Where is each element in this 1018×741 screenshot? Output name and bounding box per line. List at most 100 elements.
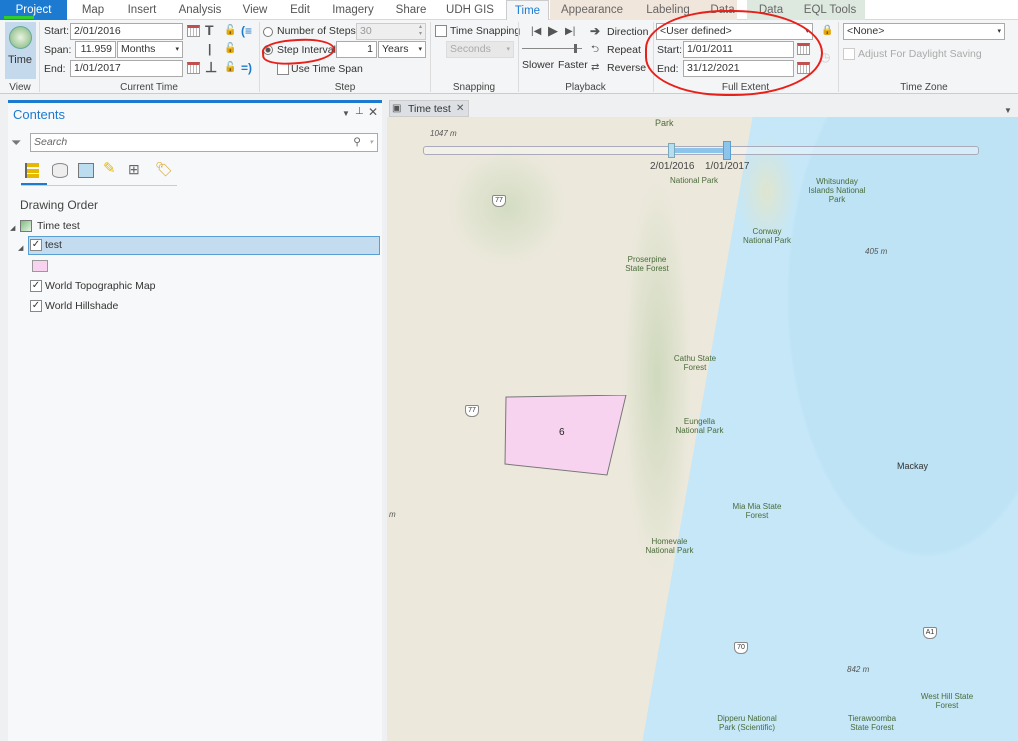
snapping-unit-select[interactable]: Seconds ▾ xyxy=(446,41,514,58)
map-view-tab[interactable]: ▣ Time test ✕ xyxy=(389,100,469,117)
direction-button[interactable]: Direction xyxy=(607,26,648,38)
close-icon[interactable]: ✕ xyxy=(368,105,378,119)
step-forward-icon[interactable]: ▶| xyxy=(565,25,575,39)
tab-edit[interactable]: Edit xyxy=(282,0,318,20)
pane-menu-icon[interactable]: ▼ xyxy=(342,107,350,121)
lock-span-icon[interactable]: 🔓 xyxy=(224,42,236,56)
daylight-saving-checkbox[interactable] xyxy=(843,48,855,60)
polygon-label: 6 xyxy=(559,427,565,438)
step-unit-select[interactable]: Years ▾ xyxy=(378,41,426,58)
step-back-icon[interactable]: |◀ xyxy=(531,25,541,39)
layer-visibility-checkbox[interactable]: ✓ xyxy=(30,280,42,292)
lock-extent-icon[interactable]: 🔒 xyxy=(821,24,833,38)
list-by-source-icon[interactable] xyxy=(52,163,68,178)
group-step: Step xyxy=(334,82,356,93)
list-by-editing-icon[interactable]: ✎ xyxy=(103,161,116,176)
time-snapping-checkbox[interactable] xyxy=(435,25,447,37)
polygon-feature[interactable] xyxy=(504,395,628,477)
tab-list-icon[interactable]: ▼ xyxy=(1004,104,1012,118)
step-unit-value: Years xyxy=(382,43,409,55)
time-slider-end-handle[interactable] xyxy=(723,141,731,160)
layer-item-world-hillshade[interactable]: World Hillshade xyxy=(45,300,118,312)
list-by-snapping-icon[interactable]: ⊞ xyxy=(128,162,140,176)
layer-item-test[interactable] xyxy=(28,236,380,255)
reverse-icon[interactable]: ⇄ xyxy=(591,61,599,75)
route-shield: A1 xyxy=(923,627,937,639)
repeat-icon[interactable]: ⮌ xyxy=(591,43,599,57)
map-label: Tierawoomba State Forest xyxy=(847,714,897,732)
direction-icon[interactable]: ➔ xyxy=(590,24,600,38)
lock-start-icon[interactable]: 🔓 xyxy=(224,24,236,38)
number-of-steps-radio[interactable] xyxy=(263,27,273,37)
list-by-selection-icon[interactable] xyxy=(78,163,94,178)
search-icon[interactable]: ⚲ xyxy=(353,134,361,151)
span-input[interactable]: 11.959 xyxy=(75,41,116,58)
tab-view[interactable]: View xyxy=(236,0,274,20)
expand-icon[interactable]: ◢ xyxy=(18,242,23,256)
time-button[interactable]: Time xyxy=(5,22,36,79)
tab-insert[interactable]: Insert xyxy=(120,0,164,20)
pin-start-icon[interactable]: T xyxy=(205,23,214,37)
current-end-input[interactable]: 1/01/2017 xyxy=(70,60,183,77)
time-zone-select[interactable]: <None> ▾ xyxy=(843,23,1005,40)
tab-eql-tools[interactable]: EQL Tools xyxy=(800,0,860,20)
step-interval-input[interactable]: 1 xyxy=(336,41,377,58)
close-tab-icon[interactable]: ✕ xyxy=(456,102,464,116)
calendar-icon[interactable] xyxy=(187,62,200,74)
lock-end-icon[interactable]: 🔓 xyxy=(224,61,236,75)
layer-item-world-topographic-map[interactable]: World Topographic Map xyxy=(45,280,156,292)
current-start-input[interactable]: 2/01/2016 xyxy=(70,23,183,40)
map-label: Proserpine State Forest xyxy=(625,255,669,273)
expand-icon[interactable]: ◢ xyxy=(10,222,15,236)
calendar-icon[interactable] xyxy=(187,25,200,37)
progress-indicator xyxy=(4,16,34,19)
layer-visibility-checkbox[interactable]: ✓ xyxy=(30,239,42,251)
elevation-label: 842 m xyxy=(847,665,870,674)
route-shield: 70 xyxy=(734,642,748,654)
time-slider-end-label: 1/01/2017 xyxy=(705,161,750,172)
snapping-unit-value: Seconds xyxy=(450,43,491,55)
ribbon-tabs: Project Map Insert Analysis View Edit Im… xyxy=(0,0,1018,21)
elevation-label: 1047 m xyxy=(430,129,457,138)
time-slider-range[interactable] xyxy=(673,148,726,153)
layer-visibility-checkbox[interactable]: ✓ xyxy=(30,300,42,312)
tab-udh-gis[interactable]: UDH GIS xyxy=(443,0,497,20)
time-snapping-label: Time Snapping xyxy=(450,25,521,37)
include-start-icon[interactable]: (≡ xyxy=(241,24,252,38)
speed-slider-thumb[interactable] xyxy=(574,44,577,53)
map-item-time-test[interactable]: Time test xyxy=(37,220,80,232)
tab-imagery[interactable]: Imagery xyxy=(326,0,380,20)
speed-slider[interactable] xyxy=(522,48,582,49)
time-slider-start-handle[interactable] xyxy=(668,143,675,158)
route-shield: 77 xyxy=(465,405,479,417)
contents-pane: Contents ▼ ⊥ ✕ ⏷ Search ⚲ ▾ ✎ ⊞ 🏷 Drawing … xyxy=(8,100,382,741)
play-icon[interactable]: ▶ xyxy=(548,24,558,38)
tab-time[interactable]: Time xyxy=(506,0,549,21)
span-bar-icon[interactable]: | xyxy=(208,42,211,56)
list-by-drawing-order-icon[interactable] xyxy=(25,163,39,178)
list-by-labeling-icon[interactable]: 🏷 xyxy=(155,162,173,176)
tab-share[interactable]: Share xyxy=(390,0,432,20)
reverse-button[interactable]: Reverse xyxy=(607,62,646,74)
polygon-symbol[interactable] xyxy=(32,260,48,272)
number-of-steps-input[interactable]: 30 ▴ ▾ xyxy=(356,23,426,40)
group-current-time: Current Time xyxy=(120,82,178,93)
route-shield: 77 xyxy=(492,195,506,207)
pin-end-icon[interactable]: ⊥ xyxy=(205,60,217,74)
tab-analysis[interactable]: Analysis xyxy=(172,0,228,20)
include-end-icon[interactable]: =) xyxy=(241,61,252,75)
span-unit-select[interactable]: Months ▾ xyxy=(117,41,183,58)
map-label: National Park xyxy=(670,176,719,185)
pane-title: Contents xyxy=(13,107,66,122)
map-tab-label: Time test xyxy=(408,103,451,115)
filter-icon[interactable]: ⏷ xyxy=(11,136,21,150)
use-time-span-checkbox[interactable] xyxy=(277,63,289,75)
group-snapping: Snapping xyxy=(452,82,496,93)
tab-map[interactable]: Map xyxy=(72,0,114,20)
pin-icon[interactable]: ⊥ xyxy=(355,105,364,119)
tab-appearance[interactable]: Appearance xyxy=(552,0,632,20)
use-time-span-label: Use Time Span xyxy=(291,63,363,75)
search-input[interactable]: Search ⚲ ▾ xyxy=(30,133,378,152)
repeat-button[interactable]: Repeat xyxy=(607,44,641,56)
map-canvas[interactable]: 2/01/2016 1/01/2017 Park 1047 m National… xyxy=(387,117,1018,741)
